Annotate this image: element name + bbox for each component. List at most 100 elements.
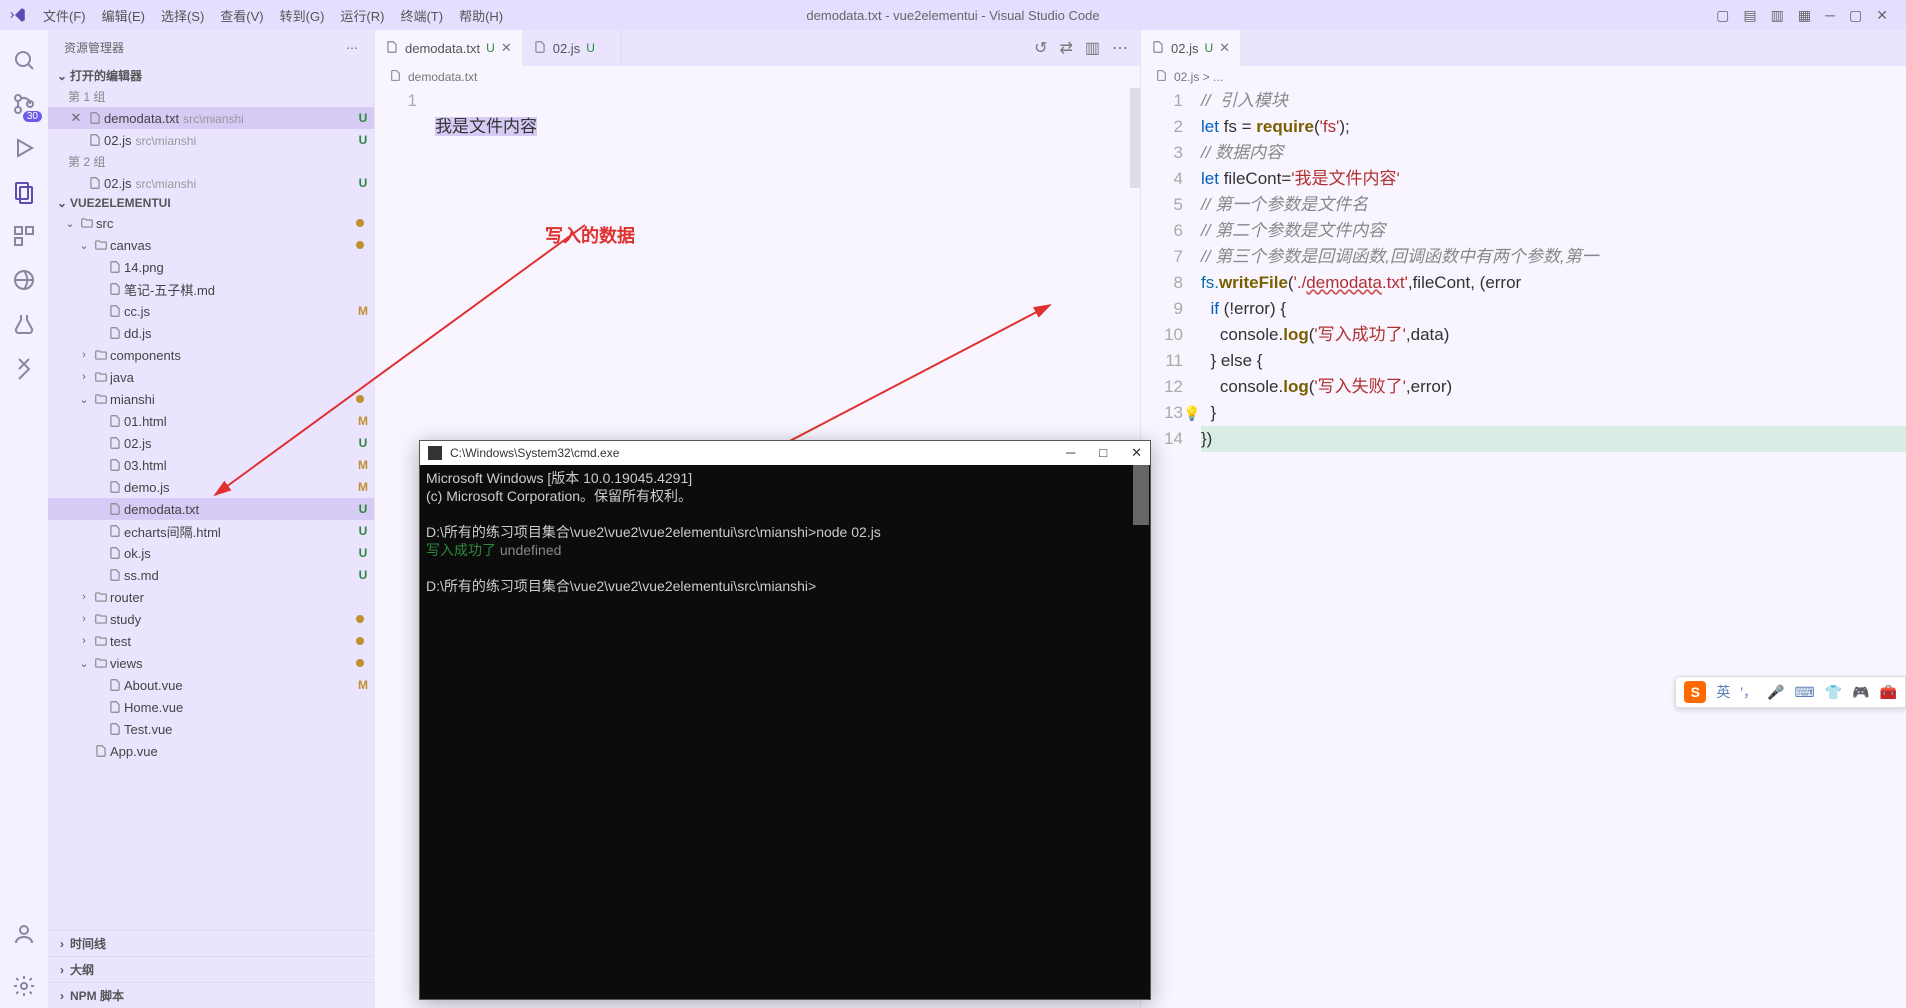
remote-icon[interactable] xyxy=(0,258,48,302)
maximize-button[interactable]: ▢ xyxy=(1849,7,1862,24)
more-icon[interactable]: ⋯ xyxy=(1112,38,1128,58)
testing-icon[interactable] xyxy=(0,302,48,346)
ime-punct-icon[interactable]: '， xyxy=(1740,682,1757,702)
chevron-icon: › xyxy=(76,635,92,647)
file-icon xyxy=(106,436,124,450)
project-header[interactable]: ⌄VUE2ELEMENTUI xyxy=(48,194,374,212)
close-icon[interactable]: ✕ xyxy=(66,110,86,126)
sidebar-more-icon[interactable]: ⋯ xyxy=(346,41,358,55)
diff-icon[interactable]: ⇄ xyxy=(1059,38,1072,58)
menu-item[interactable]: 转到(G) xyxy=(272,6,333,25)
settings-gear-icon[interactable] xyxy=(0,964,48,1008)
folder-item[interactable]: ›study xyxy=(48,608,374,630)
terminal-scrollbar[interactable] xyxy=(1133,465,1149,525)
section-header[interactable]: ›大纲 xyxy=(48,956,374,982)
folder-item[interactable]: ⌄canvas xyxy=(48,234,374,256)
folder-item[interactable]: ›java xyxy=(48,366,374,388)
editor-content-2[interactable]: 1234567891011121314 // 引入模块 let fs = req… xyxy=(1141,88,1906,1008)
breadcrumb[interactable]: demodata.txt xyxy=(375,66,1140,88)
menu-item[interactable]: 选择(S) xyxy=(153,6,212,25)
folder-icon xyxy=(92,590,110,604)
open-editor-item[interactable]: ✕demodata.txtsrc\mianshiU xyxy=(48,107,374,129)
ime-toolbar[interactable]: S 英 '， 🎤 ⌨ 👕 🎮 🧰 xyxy=(1675,676,1906,708)
history-icon[interactable]: ↺ xyxy=(1034,38,1047,58)
menu-item[interactable]: 终端(T) xyxy=(392,6,451,25)
close-icon[interactable]: ✕ xyxy=(501,40,512,56)
menu-item[interactable]: 查看(V) xyxy=(212,6,271,25)
terminal-window[interactable]: C:\Windows\System32\cmd.exe ─ □ ✕ Micros… xyxy=(419,440,1151,1000)
file-item[interactable]: 01.htmlM xyxy=(48,410,374,432)
layout-secondary-icon[interactable]: ▥ xyxy=(1771,7,1784,24)
folder-item[interactable]: ⌄mianshi xyxy=(48,388,374,410)
folder-item[interactable]: ›test xyxy=(48,630,374,652)
minimap[interactable] xyxy=(1130,88,1140,188)
file-item[interactable]: dd.js xyxy=(48,322,374,344)
file-item[interactable]: 笔记-五子棋.md xyxy=(48,278,374,300)
open-editors-header[interactable]: ⌄打开的编辑器 xyxy=(48,65,374,86)
terminal-minimize[interactable]: ─ xyxy=(1066,445,1075,461)
editor-tab[interactable]: 02.jsU xyxy=(523,30,622,66)
terminal-output[interactable]: Microsoft Windows [版本 10.0.19045.4291] (… xyxy=(420,465,1150,999)
file-item[interactable]: demo.jsM xyxy=(48,476,374,498)
git-graph-icon[interactable] xyxy=(0,346,48,390)
section-header[interactable]: ›NPM 脚本 xyxy=(48,982,374,1008)
ime-toolbox-icon[interactable]: 🧰 xyxy=(1880,684,1897,701)
open-editor-item[interactable]: 02.jssrc\mianshiU xyxy=(48,129,374,151)
terminal-title-bar[interactable]: C:\Windows\System32\cmd.exe ─ □ ✕ xyxy=(420,441,1150,465)
folder-item[interactable]: ›components xyxy=(48,344,374,366)
file-item[interactable]: echarts间隔.htmlU xyxy=(48,520,374,542)
open-editor-item[interactable]: 02.jssrc\mianshiU xyxy=(48,172,374,194)
close-icon[interactable]: ✕ xyxy=(1219,40,1230,56)
file-item[interactable]: 14.png xyxy=(48,256,374,278)
file-item[interactable]: Home.vue xyxy=(48,696,374,718)
run-debug-icon[interactable] xyxy=(0,126,48,170)
file-item[interactable]: Test.vue xyxy=(48,718,374,740)
ime-game-icon[interactable]: 🎮 xyxy=(1852,684,1869,701)
section-header[interactable]: ›时间线 xyxy=(48,930,374,956)
ime-skin-icon[interactable]: 👕 xyxy=(1825,684,1842,701)
search-icon[interactable] xyxy=(0,38,48,82)
close-button[interactable]: ✕ xyxy=(1876,7,1888,24)
ime-lang[interactable]: 英 xyxy=(1716,682,1730,702)
git-status: M xyxy=(352,458,374,472)
ime-voice-icon[interactable]: 🎤 xyxy=(1767,684,1784,701)
extensions-icon[interactable] xyxy=(0,214,48,258)
accounts-icon[interactable] xyxy=(0,912,48,956)
split-icon[interactable]: ▥ xyxy=(1085,38,1100,58)
file-item[interactable]: About.vueM xyxy=(48,674,374,696)
menu-item[interactable]: 编辑(E) xyxy=(94,6,153,25)
folder-icon xyxy=(92,238,110,252)
sogou-icon[interactable]: S xyxy=(1684,681,1706,703)
git-status: U xyxy=(352,568,374,582)
menu-item[interactable]: 运行(R) xyxy=(332,6,392,25)
file-item[interactable]: cc.jsM xyxy=(48,300,374,322)
file-item[interactable]: demodata.txtU xyxy=(48,498,374,520)
terminal-close[interactable]: ✕ xyxy=(1131,445,1142,461)
lightbulb-icon[interactable]: 💡 xyxy=(1183,400,1200,426)
file-item[interactable]: ss.mdU xyxy=(48,564,374,586)
file-item[interactable]: 02.jsU xyxy=(48,432,374,454)
chevron-icon: › xyxy=(76,591,92,603)
folder-item[interactable]: ›router xyxy=(48,586,374,608)
source-control-icon[interactable]: 30 xyxy=(0,82,48,126)
minimize-button[interactable]: ─ xyxy=(1825,7,1835,23)
layout-primary-icon[interactable]: ▢ xyxy=(1716,7,1729,24)
menu-item[interactable]: 文件(F) xyxy=(35,6,94,25)
file-item[interactable]: ok.jsU xyxy=(48,542,374,564)
file-item[interactable]: App.vue xyxy=(48,740,374,762)
explorer-icon[interactable] xyxy=(0,170,48,214)
chevron-icon: › xyxy=(76,613,92,625)
layout-panel-icon[interactable]: ▤ xyxy=(1743,7,1756,24)
layout-customize-icon[interactable]: ▦ xyxy=(1798,7,1811,24)
folder-icon xyxy=(92,612,110,626)
terminal-maximize[interactable]: □ xyxy=(1099,445,1107,461)
editor-tab[interactable]: 02.jsU✕ xyxy=(1141,30,1241,66)
file-item[interactable]: 03.htmlM xyxy=(48,454,374,476)
folder-item[interactable]: ⌄views xyxy=(48,652,374,674)
chevron-icon: ⌄ xyxy=(62,217,78,230)
editor-tab[interactable]: demodata.txtU✕ xyxy=(375,30,523,66)
ime-keyboard-icon[interactable]: ⌨ xyxy=(1794,684,1814,701)
menu-item[interactable]: 帮助(H) xyxy=(451,6,511,25)
breadcrumb[interactable]: 02.js > ... xyxy=(1141,66,1906,88)
folder-item[interactable]: ⌄src xyxy=(48,212,374,234)
